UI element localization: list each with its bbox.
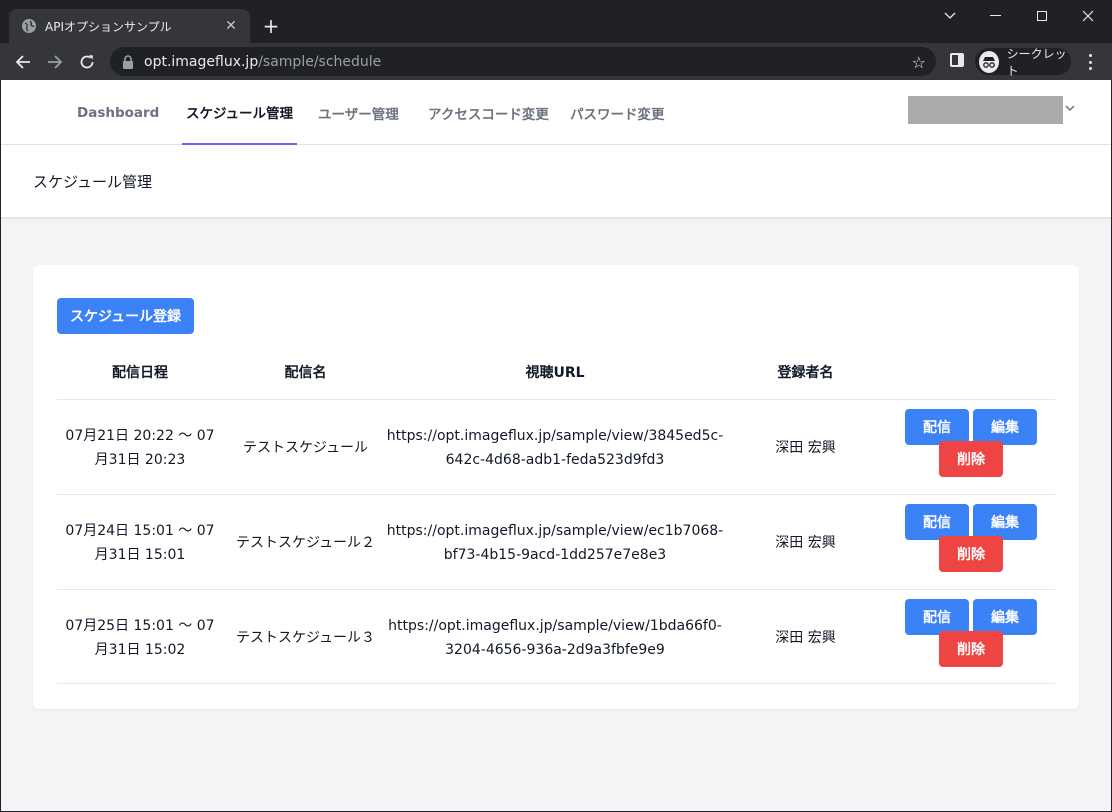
reload-icon[interactable] (73, 48, 101, 76)
column-header-date: 配信日程 (112, 365, 168, 381)
nav-password[interactable]: パスワード変更 (570, 80, 665, 145)
schedule-name: テストスケジュール３ (235, 629, 376, 646)
delete-button[interactable]: 削除 (939, 441, 1003, 477)
view-url: https://opt.imageflux.jp/sample/view/1bd… (388, 617, 722, 658)
table-row: 07月21日 20:22 〜 07 月31日 20:23 テストスケジュール ht… (57, 399, 1055, 494)
nav-access-code[interactable]: アクセスコード変更 (428, 80, 549, 145)
side-panel-icon[interactable] (950, 53, 964, 67)
tab-title: APIオプションサンプル (45, 19, 172, 34)
column-header-name: 配信名 (284, 365, 327, 381)
nav-users[interactable]: ユーザー管理 (318, 80, 399, 145)
page-header: スケジュール管理 (1, 145, 1111, 217)
schedule-card: スケジュール登録 配信日程 配信名 視聴URL 登録者名 07月21日 20:2… (33, 265, 1079, 709)
chevron-down-icon[interactable] (927, 0, 973, 32)
window-close-icon[interactable] (1065, 0, 1111, 32)
deliver-button[interactable]: 配信 (905, 409, 969, 445)
maximize-icon[interactable] (1019, 0, 1065, 32)
registrant-name: 深田 宏興 (775, 629, 836, 646)
nav-dashboard[interactable]: Dashboard (77, 80, 159, 145)
browser-tab-bar: APIオプションサンプル ✕ + (0, 0, 1112, 43)
back-icon[interactable] (9, 48, 37, 76)
deliver-button[interactable]: 配信 (905, 504, 969, 540)
schedule-date: 07月21日 20:22 〜 07 月31日 20:23 (65, 427, 215, 468)
incognito-icon (979, 50, 999, 73)
edit-button[interactable]: 編集 (973, 504, 1037, 540)
new-tab-button[interactable]: + (258, 13, 284, 39)
registrant-name: 深田 宏興 (775, 534, 836, 551)
top-navigation: Dashboard スケジュール管理 ユーザー管理 アクセスコード変更 パスワー… (1, 80, 1111, 145)
view-url: https://opt.imageflux.jp/sample/view/ec1… (386, 522, 724, 563)
column-header-url: 視聴URL (525, 365, 585, 381)
add-schedule-button[interactable]: スケジュール登録 (57, 298, 194, 334)
page-title: スケジュール管理 (33, 173, 152, 191)
url-host: opt.imageflux.jp (144, 53, 259, 70)
browser-toolbar: opt.imageflux.jp/sample/schedule ☆ シークレッ… (0, 43, 1112, 80)
table-row: 07月25日 15:01 〜 07 月31日 15:02 テストスケジュール３ h… (57, 589, 1055, 684)
globe-icon (22, 19, 36, 33)
schedule-name: テストスケジュール２ (235, 534, 376, 551)
edit-button[interactable]: 編集 (973, 599, 1037, 635)
url-path: /sample/schedule (258, 53, 382, 70)
browser-tab[interactable]: APIオプションサンプル ✕ (9, 9, 250, 43)
lock-icon (123, 54, 133, 69)
minimize-icon[interactable] (973, 0, 1019, 32)
table-row: 07月24日 15:01 〜 07 月31日 15:01 テストスケジュール２ h… (57, 494, 1055, 589)
star-icon[interactable]: ☆ (912, 53, 926, 72)
view-url: https://opt.imageflux.jp/sample/view/384… (386, 427, 724, 468)
edit-button[interactable]: 編集 (973, 409, 1037, 445)
incognito-label: シークレット (1006, 46, 1067, 78)
schedule-date: 07月25日 15:01 〜 07 月31日 15:02 (65, 617, 215, 658)
schedule-name: テストスケジュール (242, 439, 369, 456)
close-icon[interactable]: ✕ (222, 17, 240, 35)
incognito-indicator[interactable]: シークレット (975, 47, 1071, 78)
forward-icon[interactable] (41, 48, 69, 76)
page: Dashboard スケジュール管理 ユーザー管理 アクセスコード変更 パスワー… (1, 80, 1111, 811)
schedule-date: 07月24日 15:01 〜 07 月31日 15:01 (65, 522, 215, 563)
more-menu-icon[interactable] (1080, 51, 1100, 73)
delete-button[interactable]: 削除 (939, 631, 1003, 667)
registrant-name: 深田 宏興 (775, 439, 836, 456)
user-menu[interactable] (908, 96, 1063, 124)
nav-schedule[interactable]: スケジュール管理 (182, 80, 298, 145)
deliver-button[interactable]: 配信 (905, 599, 969, 635)
delete-button[interactable]: 削除 (939, 536, 1003, 572)
column-header-registrant: 登録者名 (777, 365, 834, 381)
address-bar[interactable]: opt.imageflux.jp/sample/schedule ☆ (110, 47, 936, 76)
chevron-down-icon[interactable] (1065, 102, 1075, 115)
